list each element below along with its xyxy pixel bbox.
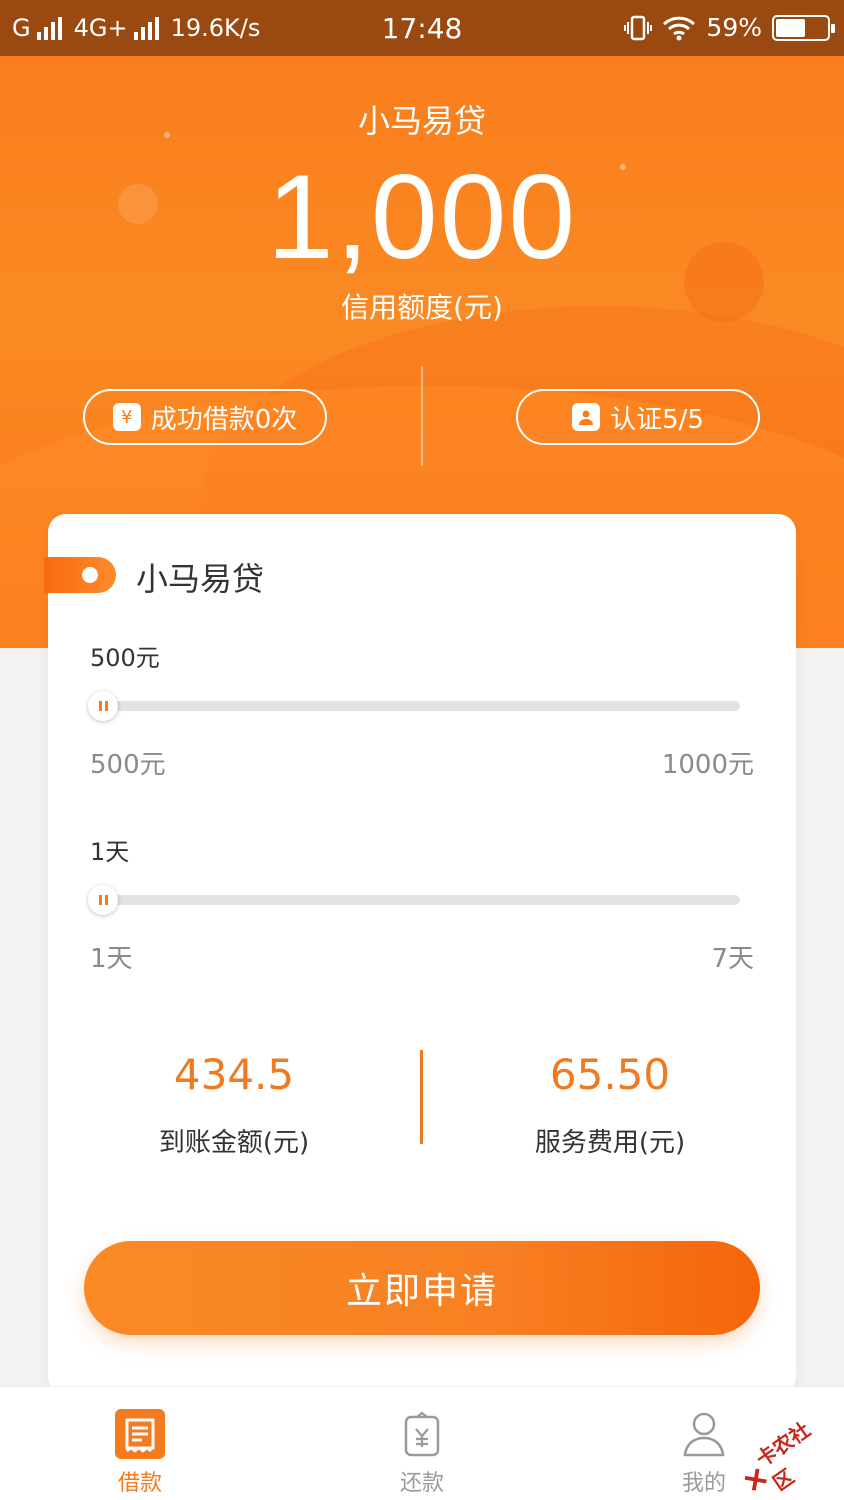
received-amount-value: 434.5	[173, 1050, 295, 1099]
wifi-icon	[663, 16, 696, 40]
credit-amount: 1,000	[266, 150, 578, 284]
amount-slider-handle[interactable]	[88, 691, 118, 721]
card-tag	[44, 557, 116, 593]
app-title: 小马易贷	[357, 102, 486, 140]
profile-icon	[677, 1407, 731, 1461]
tab-loan-label: 借款	[117, 1471, 162, 1496]
hand-coin-icon: ¥	[112, 403, 141, 431]
tab-profile-label: 我的	[681, 1471, 726, 1496]
auth-status-button[interactable]: 认证5/5	[516, 389, 760, 445]
repay-icon	[395, 1407, 449, 1461]
amount-slider-track[interactable]	[102, 701, 740, 711]
bottom-tab-bar: 借款 还款 我的 卡农社区	[0, 1386, 844, 1500]
apply-now-button[interactable]: 立即申请	[84, 1241, 760, 1335]
days-min-label: 1天	[90, 944, 133, 974]
user-badge-icon	[572, 403, 601, 431]
stats-divider	[420, 1050, 423, 1144]
tab-repay[interactable]: 还款	[362, 1387, 482, 1500]
loan-card: 小马易贷 500元 500元 1000元 1天 1天 7天 434.5 到账金额…	[44, 514, 796, 1394]
received-amount-label: 到账金额(元)	[158, 1128, 310, 1158]
vibrate-icon	[624, 15, 653, 40]
battery-icon	[772, 14, 835, 41]
days-slider-track[interactable]	[102, 895, 740, 905]
amount-value: 500元	[90, 644, 160, 672]
days-max-label: 7天	[711, 944, 754, 974]
credit-label: 信用额度(元)	[341, 291, 503, 324]
tab-repay-label: 还款	[399, 1471, 444, 1496]
loans-count-button[interactable]: ¥ 成功借款0次	[83, 389, 327, 445]
amount-min-label: 500元	[90, 750, 166, 780]
auth-status-label: 认证5/5	[610, 404, 704, 435]
status-bar: G 4G+ 19.6K/s 17:48 59%	[0, 0, 844, 56]
days-slider-handle[interactable]	[88, 885, 118, 915]
status-right: 59%	[624, 13, 835, 42]
loan-icon	[113, 1407, 167, 1461]
battery-percent: 59%	[706, 13, 762, 42]
days-value: 1天	[90, 838, 130, 866]
card-title: 小马易贷	[136, 560, 265, 598]
service-fee-value: 65.50	[549, 1050, 671, 1099]
service-fee-label: 服务费用(元)	[534, 1128, 686, 1158]
tab-loan[interactable]: 借款	[80, 1387, 200, 1500]
hero-divider	[421, 366, 423, 466]
loans-count-label: 成功借款0次	[150, 404, 298, 435]
amount-max-label: 1000元	[661, 750, 754, 780]
